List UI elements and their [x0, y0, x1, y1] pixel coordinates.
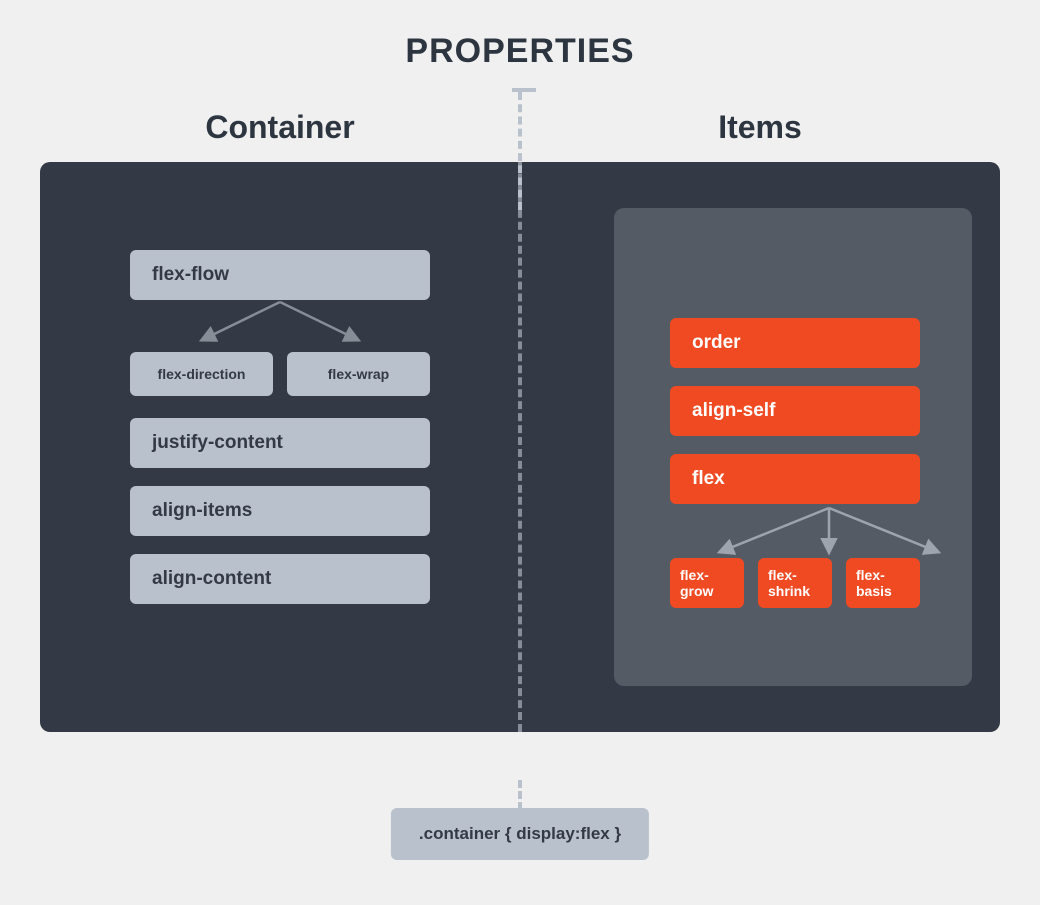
items-column: order align-self flex — [590, 190, 1000, 704]
footer-code: .container { display:flex } — [391, 808, 649, 860]
order-pill: order — [670, 318, 920, 368]
divider-mid — [518, 162, 522, 732]
align-self-pill: align-self — [670, 386, 920, 436]
flex-wrap-pill: flex-wrap — [287, 352, 430, 396]
flex-pill: flex — [670, 454, 920, 504]
items-heading: Items — [520, 109, 1000, 146]
justify-content-pill: justify-content — [130, 418, 430, 468]
container-column: flex-flow flex-direction flex-wrap justi — [40, 190, 590, 704]
items-inner-box: order align-self flex — [614, 208, 972, 686]
align-content-pill: align-content — [130, 554, 430, 604]
flex-grow-pill: flex-grow — [670, 558, 744, 608]
flex-basis-pill: flex-basis — [846, 558, 920, 608]
flex-flow-pill: flex-flow — [130, 250, 430, 300]
divider-bottom — [518, 780, 522, 810]
page-title: PROPERTIES — [0, 0, 1040, 71]
main-panel: flex-flow flex-direction flex-wrap justi — [40, 162, 1000, 732]
divider-top — [518, 92, 522, 210]
flex-shrink-pill: flex-shrink — [758, 558, 832, 608]
align-items-pill: align-items — [130, 486, 430, 536]
container-heading: Container — [40, 109, 520, 146]
flex-direction-pill: flex-direction — [130, 352, 273, 396]
